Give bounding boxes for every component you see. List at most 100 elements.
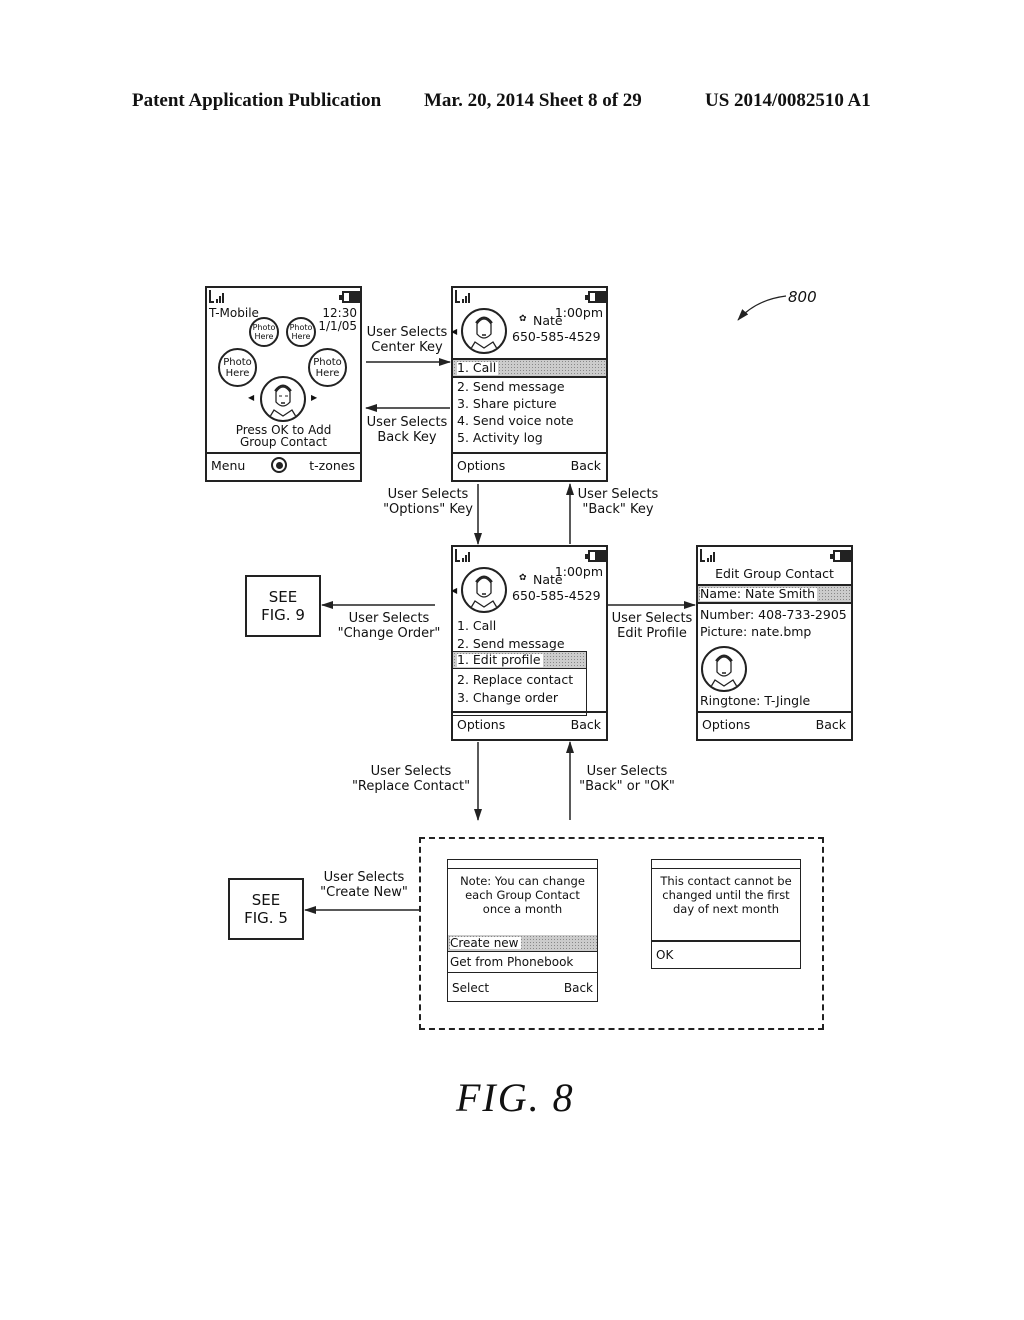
label-center-key: User Selects Center Key xyxy=(364,325,450,355)
battery-icon xyxy=(585,550,606,562)
menu-item-send-message[interactable]: 2. Send message xyxy=(457,380,565,394)
menu-item-send-message: 2. Send message xyxy=(457,636,565,651)
options-popup: 1. Edit profile 2. Replace contact 3. Ch… xyxy=(453,651,587,716)
softkey-back[interactable]: Back xyxy=(564,982,593,994)
options-menu-screen: 1:00pm ◀ ✿ Nate 650-585-4529 1. Call 2. … xyxy=(451,545,608,741)
menu-item-share-picture[interactable]: 3. Share picture xyxy=(457,397,557,411)
photo-label: Photo xyxy=(289,323,313,332)
photo-label: Here xyxy=(254,332,274,341)
softkey-options[interactable]: Options xyxy=(457,459,505,473)
right-arrow-icon[interactable]: ▶ xyxy=(311,394,317,402)
name-field-value: Name: Nate Smith xyxy=(700,586,818,601)
face-photo-icon xyxy=(461,308,507,354)
signal-icon xyxy=(455,290,471,303)
cannot-change-dialog: This contact cannot be changed until the… xyxy=(651,859,801,969)
signal-icon xyxy=(700,549,716,562)
reference-line: FIG. 5 xyxy=(244,909,288,927)
message-line-1: This contact cannot be xyxy=(660,874,792,888)
softkey-t-zones[interactable]: t-zones xyxy=(309,459,355,473)
label-line: User Selects xyxy=(348,611,430,626)
left-arrow-icon[interactable]: ◀ xyxy=(451,587,457,595)
clock: 12:30 xyxy=(322,306,357,320)
home-screen: T-Mobile 12:30 1/1/05 Photo Here Photo Her… xyxy=(205,286,362,482)
label-line: "Back" or "OK" xyxy=(579,779,675,794)
signal-icon xyxy=(455,549,471,562)
softkey-menu[interactable]: Menu xyxy=(211,459,245,473)
reference-fig-9[interactable]: SEE FIG. 9 xyxy=(245,575,321,637)
name-field-selected[interactable]: Name: Nate Smith xyxy=(698,586,851,602)
reference-line: SEE xyxy=(268,588,298,606)
label-line: User Selects xyxy=(366,325,448,340)
leader-800 xyxy=(737,295,787,321)
label-line: Center Key xyxy=(371,340,443,355)
replace-contact-dialog: Note: You can change each Group Contact … xyxy=(447,859,598,1002)
reference-fig-5[interactable]: SEE FIG. 5 xyxy=(228,878,304,940)
photo-placeholder[interactable]: Photo Here xyxy=(286,317,316,347)
contact-picture-icon xyxy=(701,646,747,692)
label-line: User Selects xyxy=(611,611,693,626)
popup-item-replace-contact[interactable]: 2. Replace contact xyxy=(457,673,573,687)
menu-item-call-selected[interactable]: 1. Call xyxy=(453,360,606,376)
left-arrow-icon[interactable]: ◀ xyxy=(451,328,457,336)
menu-item-send-voice-note[interactable]: 4. Send voice note xyxy=(457,414,574,428)
reference-numeral: 800 xyxy=(788,288,817,306)
popup-item-change-order[interactable]: 3. Change order xyxy=(457,691,558,705)
center-key-icon[interactable] xyxy=(271,457,287,473)
photo-label: Photo xyxy=(313,356,342,368)
signal-icon xyxy=(209,290,225,303)
softkey-options[interactable]: Options xyxy=(702,718,750,732)
photo-label: Here xyxy=(291,332,311,341)
figure-label: FIG. 8 xyxy=(456,1075,575,1120)
softkey-back[interactable]: Back xyxy=(571,718,601,732)
menu-item-activity-log[interactable]: 5. Activity log xyxy=(457,431,543,445)
menu-item-label: 1. Call xyxy=(457,360,499,375)
group-icon: ✿ xyxy=(519,573,527,583)
label-line: Edit Profile xyxy=(617,626,687,641)
photo-label: Photo xyxy=(252,323,276,332)
softkey-options[interactable]: Options xyxy=(457,718,505,732)
ok-button[interactable]: OK xyxy=(656,949,673,961)
softkey-select[interactable]: Select xyxy=(452,982,489,994)
label-replace-contact: User Selects "Replace Contact" xyxy=(348,764,474,794)
date: 1/1/05 xyxy=(318,319,357,333)
soft-key-bar: Menu t-zones xyxy=(207,452,360,480)
label-back-key-quoted: User Selects "Back" Key xyxy=(572,487,664,517)
option-label: Create new xyxy=(450,936,521,950)
label-line: "Replace Contact" xyxy=(351,779,471,794)
left-arrow-icon[interactable]: ◀ xyxy=(248,394,254,402)
face-photo-icon[interactable] xyxy=(260,376,306,422)
battery-icon xyxy=(830,550,851,562)
label-line: "Create New" xyxy=(320,885,408,900)
softkey-back[interactable]: Back xyxy=(571,459,601,473)
note-line-2: each Group Contact xyxy=(465,888,580,902)
picture-field[interactable]: Picture: nate.bmp xyxy=(700,625,811,639)
label-create-new: User Selects "Create New" xyxy=(316,870,412,900)
reference-line: SEE xyxy=(251,891,281,909)
contact-menu-screen: 1:00pm ◀ ✿ Nate 650-585-4529 1. Call 2. … xyxy=(451,286,608,482)
option-get-from-phonebook[interactable]: Get from Phonebook xyxy=(450,956,573,968)
battery-icon xyxy=(339,291,360,303)
contact-number: 650-585-4529 xyxy=(512,329,601,344)
label-line: User Selects xyxy=(370,764,452,779)
menu-item-call: 1. Call xyxy=(457,618,497,633)
label-line: User Selects xyxy=(387,487,469,502)
number-field[interactable]: Number: 408-733-2905 xyxy=(700,608,847,622)
photo-label: Here xyxy=(315,367,340,379)
label-line: "Options" Key xyxy=(383,502,473,517)
label-line: Back Key xyxy=(377,430,437,445)
photo-placeholder[interactable]: Photo Here xyxy=(218,348,257,387)
photo-placeholder[interactable]: Photo Here xyxy=(249,317,279,347)
photo-placeholder[interactable]: Photo Here xyxy=(308,348,347,387)
edit-group-contact-screen: Edit Group Contact Name: Nate Smith Numb… xyxy=(696,545,853,741)
ringtone-field[interactable]: Ringtone: T-Jingle xyxy=(700,694,810,708)
option-create-new-selected[interactable]: Create new xyxy=(448,935,597,951)
add-contact-prompt-line2: Group Contact xyxy=(239,435,328,449)
label-back-or-ok: User Selects "Back" or "OK" xyxy=(572,764,682,794)
label-line: User Selects xyxy=(366,415,448,430)
note-line-1: Note: You can change xyxy=(460,874,585,888)
popup-item-edit-profile-selected[interactable]: 1. Edit profile xyxy=(453,652,586,669)
contact-number: 650-585-4529 xyxy=(512,588,601,603)
label-line: User Selects xyxy=(577,487,659,502)
softkey-back[interactable]: Back xyxy=(816,718,846,732)
battery-icon xyxy=(585,291,606,303)
